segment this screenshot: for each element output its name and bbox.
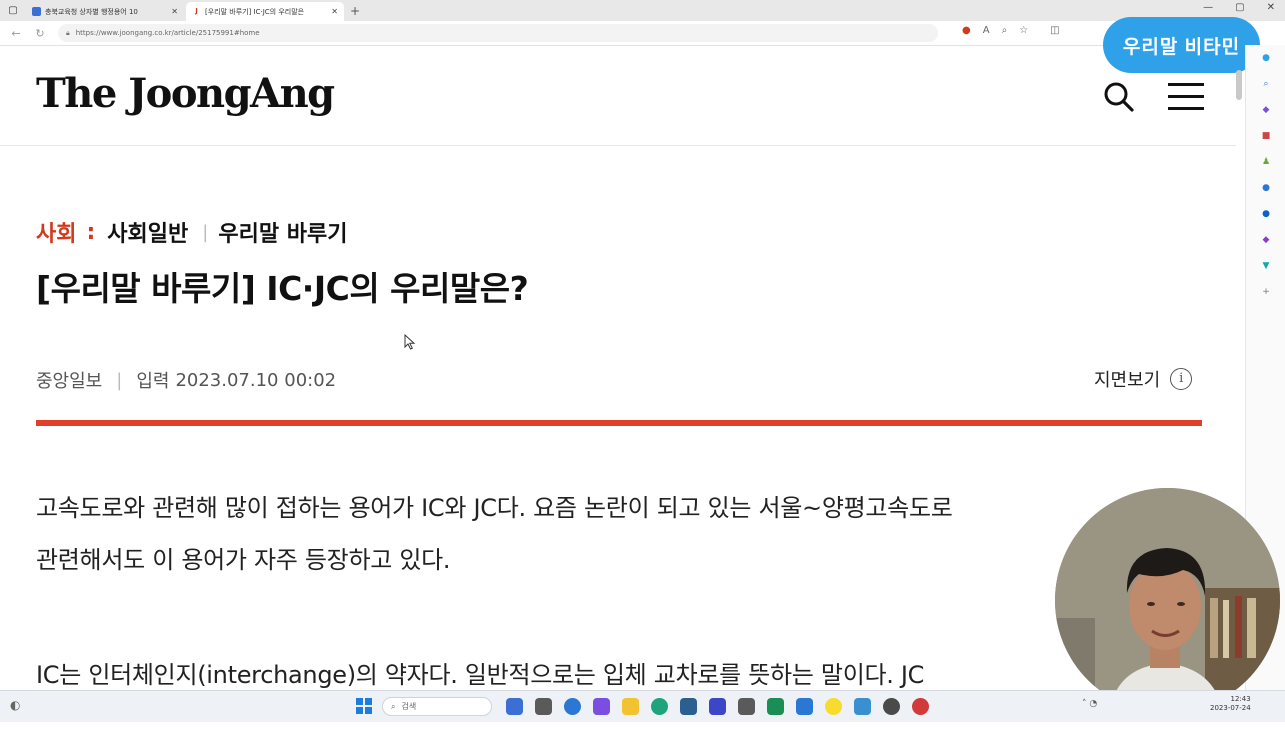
taskbar-app-icon[interactable] xyxy=(709,698,726,715)
split-screen-icon[interactable]: ◫ xyxy=(1050,25,1059,36)
search-icon: ⌕ xyxy=(391,701,396,711)
taskbar-app-icon[interactable] xyxy=(680,698,697,715)
taskbar-app-icon[interactable] xyxy=(796,698,813,715)
tab-title: 충북교육청 상자별 행정용어 10 xyxy=(45,7,138,16)
taskbar-search-placeholder: 검색 xyxy=(401,702,417,711)
url-text: https://www.joongang.co.kr/article/25175… xyxy=(75,29,260,37)
meta-divider: | xyxy=(116,369,123,391)
article-meta: 중앙일보 | 입력 2023.07.10 00:02 xyxy=(36,367,336,393)
subsection-link[interactable]: 사회일반 xyxy=(107,216,188,248)
tab-actions-icon[interactable]: ▢ xyxy=(0,0,26,21)
briefcase-icon[interactable]: ■ xyxy=(1260,131,1272,141)
menu-icon[interactable] xyxy=(1168,83,1204,111)
reload-icon[interactable]: ↻ xyxy=(32,27,48,40)
drop-icon[interactable]: ▼ xyxy=(1260,261,1272,271)
url-field[interactable]: 🔒︎ https://www.joongang.co.kr/article/25… xyxy=(58,24,938,42)
window-controls: — ▢ ✕ xyxy=(1203,2,1275,13)
taskbar-app-icon[interactable] xyxy=(738,698,755,715)
site-header: The JoongAng xyxy=(0,45,1236,146)
taskbar-app-icon[interactable] xyxy=(564,698,581,715)
mouse-pointer-icon xyxy=(404,334,416,350)
copilot-icon[interactable]: ● xyxy=(1260,53,1272,63)
taskbar: ◐ ⌕ 검색 ˄ ◔ 12:43 2023-07-24 xyxy=(0,690,1285,722)
date-label: 입력 xyxy=(136,371,170,392)
breadcrumb: 사회 : 사회일반 | 우리말 바루기 xyxy=(36,216,347,248)
tab-favicon: J xyxy=(195,7,198,15)
paper-view-button[interactable]: 지면보기 i xyxy=(1094,366,1193,392)
kakaotalk-icon[interactable] xyxy=(825,698,842,715)
taskbar-app-icon[interactable] xyxy=(912,698,929,715)
clock-time: 12:43 xyxy=(1230,695,1251,703)
browser-tab-strip: ▢ 충북교육청 상자별 행정용어 10 ✕ J [우리말 바루기] IC·JC의… xyxy=(0,0,1285,21)
close-tab-icon[interactable]: ✕ xyxy=(331,7,338,16)
favorite-star-icon[interactable]: ☆ xyxy=(1019,25,1028,36)
section-link[interactable]: 사회 xyxy=(36,216,76,248)
header-divider xyxy=(36,420,1202,426)
address-bar: ← ↻ 🔒︎ https://www.joongang.co.kr/articl… xyxy=(0,21,1285,46)
back-icon[interactable]: ← xyxy=(8,27,24,40)
read-aloud-icon[interactable]: A xyxy=(983,25,990,36)
taskbar-app-icon[interactable] xyxy=(883,698,900,715)
publisher-name: 중앙일보 xyxy=(36,371,103,392)
games-icon[interactable]: ◆ xyxy=(1260,235,1272,245)
presenter-video xyxy=(1055,488,1280,713)
search-icon[interactable] xyxy=(1103,81,1135,113)
toolbar-icons: ● A ⌕ ☆ ◫ xyxy=(962,25,1060,36)
taskbar-app-icon[interactable] xyxy=(767,698,784,715)
widgets-icon[interactable]: ◐ xyxy=(10,698,20,712)
outlook-icon[interactable]: ● xyxy=(1260,209,1272,219)
new-tab-icon[interactable]: + xyxy=(346,2,364,21)
search-sidebar-icon[interactable]: ⌕ xyxy=(1260,79,1272,89)
webcam-overlay xyxy=(1055,488,1280,713)
taskbar-app-icon[interactable] xyxy=(535,698,552,715)
tab-title: [우리말 바루기] IC·JC의 우리말은 xyxy=(205,7,305,16)
close-window-icon[interactable]: ✕ xyxy=(1267,2,1275,13)
taskbar-app-icon[interactable] xyxy=(854,698,871,715)
article-headline: [우리말 바루기] IC·JC의 우리말은? xyxy=(36,269,529,308)
add-sidebar-icon[interactable]: + xyxy=(1260,287,1272,297)
circle-app-icon[interactable]: ● xyxy=(1260,183,1272,193)
tracking-icon[interactable]: ● xyxy=(962,25,971,36)
tab-active[interactable]: J [우리말 바루기] IC·JC의 우리말은 ✕ xyxy=(186,2,344,21)
edge-icon[interactable] xyxy=(651,698,668,715)
maximize-icon[interactable]: ▢ xyxy=(1235,2,1244,13)
series-link[interactable]: 우리말 바루기 xyxy=(218,216,347,248)
paragraph: 고속도로와 관련해 많이 접하는 용어가 IC와 JC다. 요즘 논란이 되고 … xyxy=(36,494,953,522)
tag-icon[interactable]: ◆ xyxy=(1260,105,1272,115)
site-logo[interactable]: The JoongAng xyxy=(36,70,335,117)
taskbar-search[interactable]: ⌕ 검색 xyxy=(382,697,492,716)
clock-date: 2023-07-24 xyxy=(1210,704,1251,712)
page-scrollbar[interactable] xyxy=(1236,70,1242,100)
tab-favicon xyxy=(32,7,41,16)
people-icon[interactable]: ♟ xyxy=(1260,157,1272,167)
tab-inactive[interactable]: 충북교육청 상자별 행정용어 10 ✕ xyxy=(26,2,184,21)
paragraph: 관련해서도 이 용어가 자주 등장하고 있다. xyxy=(36,546,451,574)
paper-view-label: 지면보기 xyxy=(1094,370,1161,391)
file-explorer-icon[interactable] xyxy=(622,698,639,715)
breadcrumb-divider: | xyxy=(202,221,209,243)
start-button[interactable] xyxy=(356,698,372,714)
system-clock[interactable]: 12:43 2023-07-24 xyxy=(1210,695,1251,713)
close-tab-icon[interactable]: ✕ xyxy=(171,7,178,16)
taskbar-app-icon[interactable] xyxy=(506,698,523,715)
info-icon[interactable]: i xyxy=(1170,368,1193,390)
minimize-icon[interactable]: — xyxy=(1203,2,1213,13)
tray-icons[interactable]: ˄ ◔ xyxy=(1082,699,1097,709)
taskbar-app-icon[interactable] xyxy=(593,698,610,715)
zoom-icon[interactable]: ⌕ xyxy=(1002,25,1008,36)
breadcrumb-colon: : xyxy=(86,219,96,245)
publish-date: 2023.07.10 00:02 xyxy=(175,369,337,391)
lock-icon: 🔒︎ xyxy=(66,28,70,37)
